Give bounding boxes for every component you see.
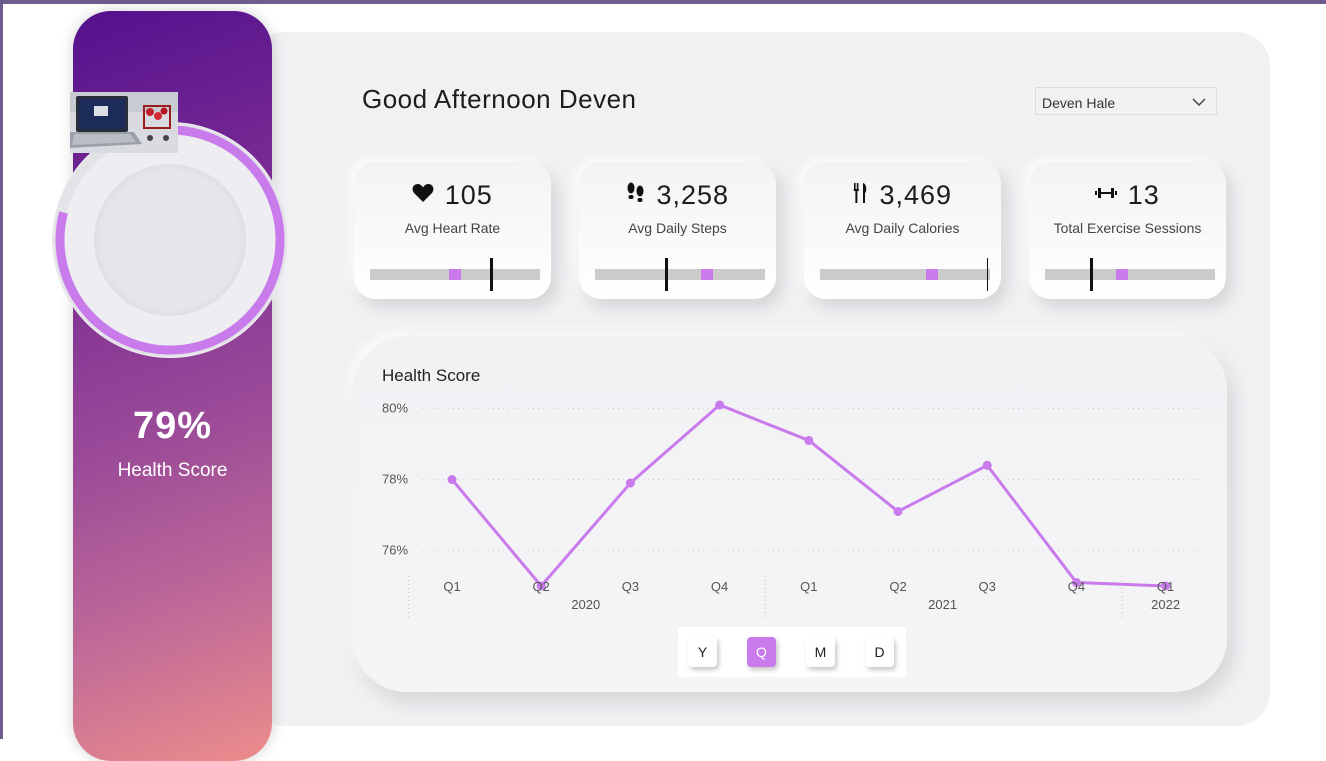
kpi-value: 3,258 [656,180,730,210]
kpi-target-marker [987,258,989,291]
data-point [804,435,814,445]
health-score-label: Health Score [117,460,228,481]
health-score-value: 79% [132,405,213,447]
greeting-title: Good Afternoon Deven [362,84,637,114]
kpi-value: 3,469 [879,180,953,210]
x-tick-label: Q4 [711,579,728,594]
data-point [447,475,457,484]
x-tick-label: Q3 [622,579,639,594]
x-tick-label: Q1 [1157,579,1174,594]
kpi-card-heart-rate: 105 Avg Heart Rate [354,162,551,299]
x-tick-label: Q1 [443,579,460,594]
x-tick-label: Q2 [533,579,550,594]
data-point [625,478,635,488]
y-tick-label: 78% [382,472,408,487]
series-line [450,403,1166,588]
x-tick-label: Q1 [800,579,817,594]
heart-icon [412,183,434,208]
health-score-ring [50,120,290,360]
granularity-month-button[interactable]: M [806,637,835,667]
kpi-value: 105 [444,180,493,210]
kpi-bullet-track [820,258,990,291]
data-point [893,506,903,516]
kpi-bullet-track [595,258,765,291]
granularity-year-button[interactable]: Y [688,637,717,667]
profile-photo [70,92,178,153]
footprints-icon [626,182,646,209]
kpi-actual-marker [926,269,939,280]
kpi-label: Avg Heart Rate [404,220,501,236]
granularity-quarter-button[interactable]: Q [747,637,776,667]
window-frame-left [0,0,3,739]
kpi-target-marker [665,258,669,291]
kpi-bullet-track [1045,258,1215,291]
kpi-actual-marker [1115,269,1128,280]
kpi-card-daily-steps: 3,258 Avg Daily Steps [579,162,776,299]
x-tick-label: Q2 [889,579,906,594]
x-year-label: 2020 [571,597,600,612]
kpi-label: Avg Daily Calories [845,220,960,236]
kpi-label: Avg Daily Steps [628,220,727,236]
kpi-target-marker [1089,258,1093,291]
kpi-target-marker [489,258,493,291]
dumbbell-icon [1095,186,1118,205]
window-frame-top [0,0,1326,4]
kpi-actual-marker [449,269,461,280]
fork-knife-icon [853,182,869,209]
x-tick-label: Q3 [979,579,996,594]
user-dropdown-value: Deven Hale [1042,95,1116,111]
kpi-card-exercise-sessions: 13 Total Exercise Sessions [1029,162,1226,299]
x-year-label: 2021 [928,597,957,612]
granularity-day-button[interactable]: D [865,637,894,667]
x-tick-label: Q4 [1068,579,1085,594]
user-dropdown[interactable]: Deven Hale [1035,87,1217,115]
y-tick-label: 76% [382,543,408,558]
granularity-toggle-bar: Y Q M D [678,627,906,677]
chevron-down-icon [1192,94,1206,110]
kpi-bullet-track [370,258,540,291]
x-year-label: 2022 [1151,597,1180,612]
data-point [982,460,992,470]
kpi-card-daily-calories: 3,469 Avg Daily Calories [804,162,1001,299]
avatar-disc [94,164,246,316]
kpi-label: Total Exercise Sessions [1053,220,1202,236]
kpi-value: 13 [1127,180,1160,210]
data-point [715,400,725,410]
kpi-actual-marker [701,269,714,280]
y-tick-label: 80% [382,401,408,416]
